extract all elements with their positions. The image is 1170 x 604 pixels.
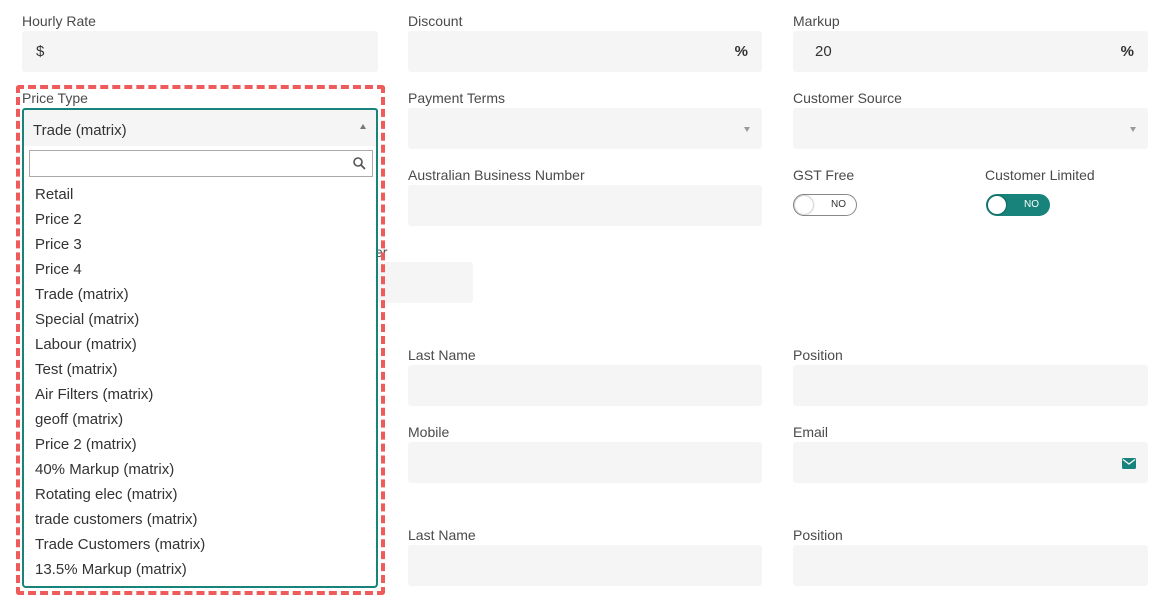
email-label: Email xyxy=(793,424,829,440)
last-name-input[interactable] xyxy=(408,365,762,406)
payment-terms-select[interactable] xyxy=(408,108,762,149)
gst-free-label: GST Free xyxy=(793,167,855,183)
email-input[interactable] xyxy=(793,442,1148,483)
abn-label: Australian Business Number xyxy=(408,167,585,183)
partial-input[interactable] xyxy=(378,262,473,303)
mobile-input[interactable] xyxy=(408,442,762,483)
discount-input[interactable]: % xyxy=(408,31,762,72)
gst-free-state: NO xyxy=(831,199,846,210)
position-input[interactable] xyxy=(793,365,1148,406)
position-label-2: Position xyxy=(793,527,843,543)
customer-source-label: Customer Source xyxy=(793,90,902,106)
toggle-knob xyxy=(988,196,1006,214)
last-name-label-2: Last Name xyxy=(408,527,476,543)
mobile-label: Mobile xyxy=(408,424,450,440)
customer-source-select[interactable] xyxy=(793,108,1148,149)
payment-terms-label: Payment Terms xyxy=(408,90,505,106)
hourly-rate-label: Hourly Rate xyxy=(22,13,96,29)
currency-prefix: $ xyxy=(36,43,45,60)
customer-limited-toggle[interactable]: NO xyxy=(986,194,1050,216)
hourly-rate-input[interactable]: $ xyxy=(22,31,378,72)
customer-limited-label: Customer Limited xyxy=(985,167,1095,183)
last-name-label: Last Name xyxy=(408,347,476,363)
last-name-input-2[interactable] xyxy=(408,545,762,586)
position-input-2[interactable] xyxy=(793,545,1148,586)
position-label: Position xyxy=(793,347,843,363)
chevron-down-icon xyxy=(1130,127,1136,132)
markup-value: 20 xyxy=(815,43,832,60)
markup-input[interactable]: 20 % xyxy=(793,31,1148,72)
highlight-outline xyxy=(16,85,385,595)
percent-suffix: % xyxy=(734,43,748,60)
percent-suffix: % xyxy=(1120,43,1134,60)
chevron-down-icon xyxy=(744,127,750,132)
markup-label: Markup xyxy=(793,13,840,29)
customer-limited-state: NO xyxy=(1024,199,1039,210)
toggle-knob xyxy=(795,196,813,214)
gst-free-toggle[interactable]: NO xyxy=(793,194,857,216)
abn-input[interactable] xyxy=(408,185,762,226)
envelope-icon xyxy=(1122,458,1136,469)
discount-label: Discount xyxy=(408,13,463,29)
